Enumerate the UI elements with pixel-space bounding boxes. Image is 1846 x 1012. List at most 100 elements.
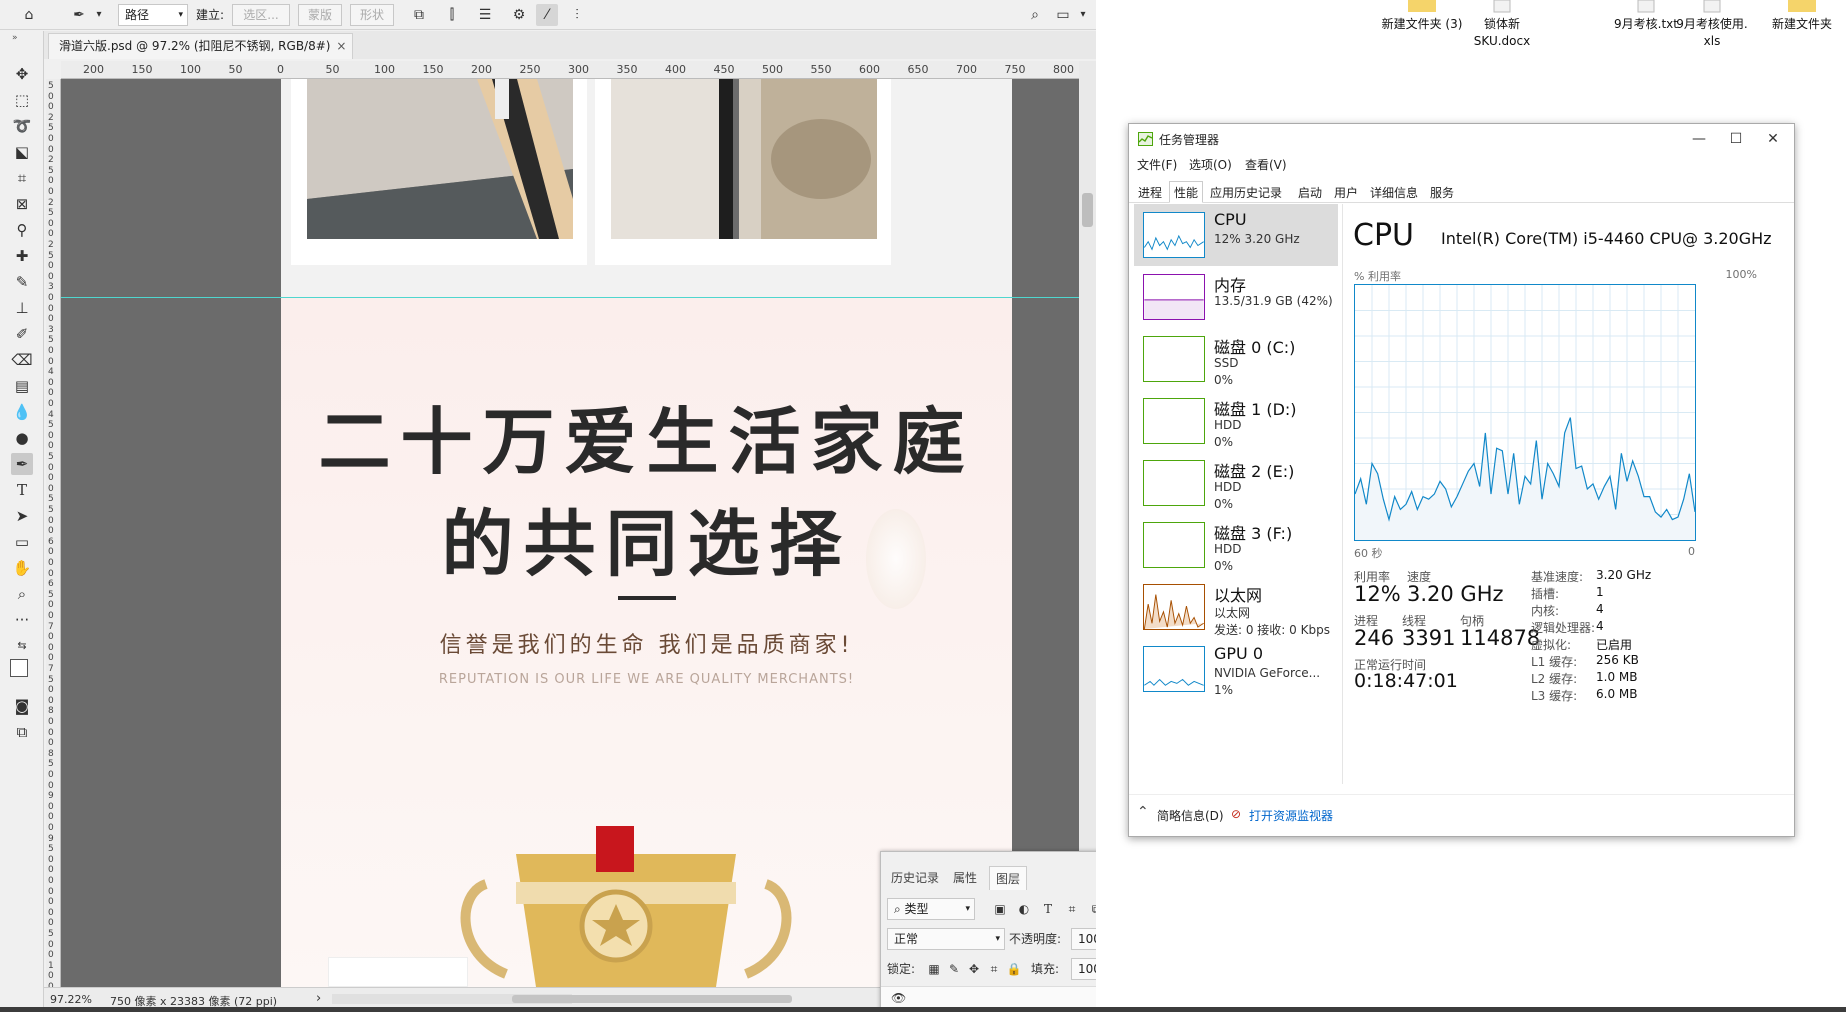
stamp-tool-icon[interactable]: ⊥ <box>11 297 33 319</box>
desktop-icon-folder[interactable]: 新建文件夹 <box>1759 0 1845 33</box>
tab-startup[interactable]: 启动 <box>1293 181 1327 203</box>
lock-artboard-icon[interactable]: ⌗ <box>985 960 1003 978</box>
healing-brush-tool-icon[interactable]: ✚ <box>11 245 33 267</box>
path-alignment-icon[interactable]: ⫿ <box>441 4 463 26</box>
sidebar-item-disk-3[interactable]: 磁盘 3 (F:) HDD 0% <box>1134 514 1338 576</box>
title-bar[interactable]: 任务管理器 — ☐ ✕ <box>1129 124 1794 154</box>
menu-options[interactable]: 选项(O) <box>1189 156 1232 173</box>
pen-mode-select[interactable]: 路径 ▾ <box>118 4 188 26</box>
eye-icon[interactable]: 👁 <box>891 991 906 1005</box>
guide-line[interactable] <box>61 297 1079 298</box>
make-selection-button[interactable]: 选区... <box>232 4 290 26</box>
tab-layers[interactable]: 图层 <box>989 866 1028 890</box>
object-select-tool-icon[interactable]: ⬕ <box>11 141 33 163</box>
adjustment-filter-icon[interactable]: ◐ <box>1015 900 1033 918</box>
desktop-icon-docx[interactable]: 锁体新 SKU.docx <box>1459 0 1545 50</box>
type-tool-icon[interactable]: T <box>11 479 33 501</box>
tab-processes[interactable]: 进程 <box>1133 181 1167 203</box>
close-button[interactable]: ✕ <box>1758 128 1788 150</box>
gear-icon[interactable]: ⚙ <box>508 4 530 26</box>
document-tab[interactable]: 滑道六版.psd @ 97.2% (扣阻尼不锈钢, RGB/8#) × <box>48 33 354 59</box>
zoom-level[interactable]: 97.22% <box>50 993 92 1006</box>
lock-position-icon[interactable]: ✥ <box>965 960 983 978</box>
lock-all-icon[interactable]: 🔒 <box>1005 960 1023 978</box>
auto-add-delete-icon[interactable]: ⁄ <box>536 4 558 26</box>
sidebar-item-ethernet[interactable]: 以太网 以太网 发送: 0 接收: 0 Kbps <box>1134 576 1338 638</box>
pen-tool-icon[interactable]: ✒ <box>68 4 90 26</box>
crop-tool-icon[interactable]: ⌗ <box>11 167 33 189</box>
menu-view[interactable]: 查看(V) <box>1245 156 1287 173</box>
scrollbar-thumb[interactable] <box>1082 193 1093 227</box>
sidebar-item-cpu[interactable]: CPU 12% 3.20 GHz <box>1134 204 1338 266</box>
gradient-tool-icon[interactable]: ▤ <box>11 375 33 397</box>
tab-details[interactable]: 详细信息 <box>1365 181 1423 203</box>
menu-file[interactable]: 文件(F) <box>1137 156 1177 173</box>
chevron-up-icon[interactable]: ⌃ <box>1137 804 1149 820</box>
swap-colors-icon[interactable]: ⇆ <box>11 635 33 657</box>
lasso-tool-icon[interactable]: ➰ <box>11 115 33 137</box>
horizontal-scrollbar[interactable] <box>332 994 792 1004</box>
screen-mode-icon[interactable]: ⧉ <box>11 721 33 743</box>
make-mask-button[interactable]: 蒙版 <box>298 4 342 26</box>
history-brush-tool-icon[interactable]: ✐ <box>11 323 33 345</box>
path-select-tool-icon[interactable]: ➤ <box>11 505 33 527</box>
filter-kind-select[interactable]: ⌕ 类型 ▾ <box>887 898 975 920</box>
close-icon[interactable]: × <box>336 34 346 58</box>
tab-properties[interactable]: 属性 <box>947 866 983 890</box>
chevron-down-icon[interactable]: ▾ <box>88 4 110 26</box>
move-tool-icon[interactable]: ✥ <box>11 63 33 85</box>
desktop-icon-folder[interactable]: 新建文件夹 (3) <box>1379 0 1465 33</box>
pen-tool-icon[interactable]: ✒ <box>11 453 33 475</box>
fewer-details-link[interactable]: 简略信息(D) <box>1157 807 1224 824</box>
lock-transparent-icon[interactable]: ▦ <box>925 960 943 978</box>
type-filter-icon[interactable]: T <box>1039 900 1057 918</box>
frame-tool-icon[interactable]: ⊠ <box>11 193 33 215</box>
shape-filter-icon[interactable]: ⌗ <box>1063 900 1081 918</box>
lock-pixels-icon[interactable]: ✎ <box>945 960 963 978</box>
blend-mode-select[interactable]: 正常 ▾ <box>887 928 1005 950</box>
quick-mask-icon[interactable]: ◙ <box>11 695 33 717</box>
eraser-tool-icon[interactable]: ⌫ <box>11 349 33 371</box>
sidebar-item-gpu[interactable]: GPU 0 NVIDIA GeForce... 1% <box>1134 638 1338 700</box>
chevron-down-icon[interactable]: ▾ <box>1072 4 1094 26</box>
more-tools-icon[interactable]: ··· <box>11 609 33 631</box>
zoom-tool-icon[interactable]: ⌕ <box>11 583 33 605</box>
dodge-tool-icon[interactable]: ● <box>11 427 33 449</box>
tab-history[interactable]: 历史记录 <box>885 866 945 890</box>
sidebar-item-detail: 以太网 <box>1214 606 1251 620</box>
open-resource-monitor-link[interactable]: 打开资源监视器 <box>1249 807 1333 824</box>
eyedropper-tool-icon[interactable]: ⚲ <box>11 219 33 241</box>
search-icon[interactable]: ⌕ <box>1024 4 1046 26</box>
workspace-icon[interactable]: ▭ <box>1052 4 1074 26</box>
tab-users[interactable]: 用户 <box>1329 181 1363 203</box>
home-icon[interactable]: ⌂ <box>18 4 40 26</box>
vertical-scrollbar[interactable] <box>1079 61 1096 987</box>
hand-tool-icon[interactable]: ✋ <box>11 557 33 579</box>
sidebar-item-disk-1[interactable]: 磁盘 1 (D:) HDD 0% <box>1134 390 1338 452</box>
tab-performance[interactable]: 性能 <box>1169 181 1204 203</box>
sidebar-item-disk-0[interactable]: 磁盘 0 (C:) SSD 0% <box>1134 328 1338 390</box>
sidebar-item-disk-2[interactable]: 磁盘 2 (E:) HDD 0% <box>1134 452 1338 514</box>
brush-tool-icon[interactable]: ✎ <box>11 271 33 293</box>
path-operations-icon[interactable]: ⧉ <box>408 4 430 26</box>
blur-tool-icon[interactable]: 💧 <box>11 401 33 423</box>
collapse-icon[interactable]: » <box>12 33 18 43</box>
tab-app-history[interactable]: 应用历史记录 <box>1205 181 1287 203</box>
path-arrangement-icon[interactable]: ☰ <box>474 4 496 26</box>
desktop-icon-xls[interactable]: 9月考核使用. xls <box>1669 0 1755 50</box>
foreground-color-swatch[interactable] <box>10 659 28 677</box>
minimize-button[interactable]: — <box>1684 128 1714 150</box>
rectangle-tool-icon[interactable]: ▭ <box>11 531 33 553</box>
maximize-button[interactable]: ☐ <box>1721 128 1751 150</box>
spec-value: 1 <box>1596 585 1604 599</box>
scrollbar-thumb[interactable] <box>512 995 792 1003</box>
image-filter-icon[interactable]: ▣ <box>991 900 1009 918</box>
align-edges-icon[interactable]: ⫶ <box>566 4 588 26</box>
sidebar-item-memory[interactable]: 内存 13.5/31.9 GB (42%) <box>1134 266 1338 328</box>
spec-key: 逻辑处理器: <box>1531 621 1596 635</box>
spec-value: 1.0 MB <box>1596 670 1638 684</box>
tab-services[interactable]: 服务 <box>1425 181 1459 203</box>
make-shape-button[interactable]: 形状 <box>350 4 394 26</box>
marquee-tool-icon[interactable]: ⬚ <box>11 89 33 111</box>
status-menu-arrow[interactable]: › <box>316 991 321 1006</box>
